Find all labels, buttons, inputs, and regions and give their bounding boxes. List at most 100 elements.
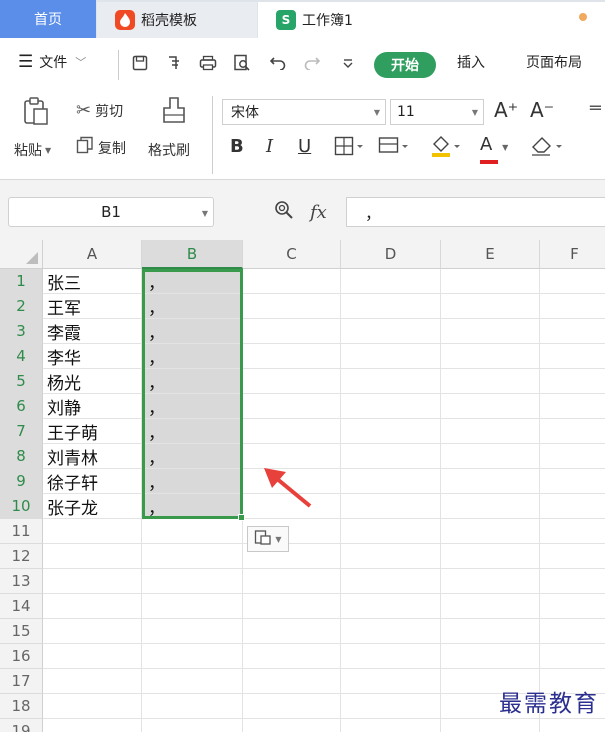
cell-c18[interactable] [243,694,341,719]
cell-b19[interactable] [142,719,243,732]
cell-b8[interactable]: ， [142,444,243,469]
cell-d12[interactable] [341,544,441,569]
column-header-e[interactable]: E [441,240,540,269]
cell-e8[interactable] [441,444,540,469]
cell-e6[interactable] [441,394,540,419]
cell-f2[interactable] [540,294,605,319]
row-header[interactable]: 4 [0,344,43,369]
cut-button[interactable]: ✂ 剪切 [76,100,123,121]
row-header[interactable]: 9 [0,469,43,494]
cell-f12[interactable] [540,544,605,569]
column-header-d[interactable]: D [341,240,441,269]
select-all-corner[interactable] [0,240,43,269]
row-header[interactable]: 12 [0,544,43,569]
cell-a7[interactable]: 王子萌 [43,419,142,444]
cell-a13[interactable] [43,569,142,594]
row-header[interactable]: 8 [0,444,43,469]
cell-d2[interactable] [341,294,441,319]
cell-c15[interactable] [243,619,341,644]
tab-start[interactable]: 开始 [374,52,436,78]
cell-c13[interactable] [243,569,341,594]
cell-e10[interactable] [441,494,540,519]
zoom-search-icon[interactable] [274,200,294,225]
cell-b11[interactable] [142,519,243,544]
cell-c4[interactable] [243,344,341,369]
cell-d4[interactable] [341,344,441,369]
row-header[interactable]: 1 [0,269,43,294]
cell-d10[interactable] [341,494,441,519]
row-header[interactable]: 16 [0,644,43,669]
cell-f11[interactable] [540,519,605,544]
cell-b10[interactable]: ， [142,494,243,519]
row-header[interactable]: 2 [0,294,43,319]
cell-a8[interactable]: 刘青林 [43,444,142,469]
name-box[interactable]: B1 ▼ [8,197,214,227]
cell-d1[interactable] [341,269,441,294]
row-header[interactable]: 19 [0,719,43,732]
row-header[interactable]: 15 [0,619,43,644]
border-button[interactable] [334,136,366,161]
cell-b6[interactable]: ， [142,394,243,419]
cell-f8[interactable] [540,444,605,469]
cell-format-button[interactable] [378,136,412,161]
cell-f16[interactable] [540,644,605,669]
cell-b1[interactable]: ， [142,269,243,294]
cell-b15[interactable] [142,619,243,644]
cell-f1[interactable] [540,269,605,294]
customize-toolbar-icon[interactable] [338,53,358,73]
cell-f10[interactable] [540,494,605,519]
cell-d16[interactable] [341,644,441,669]
cell-d15[interactable] [341,619,441,644]
cell-e12[interactable] [441,544,540,569]
cell-b18[interactable] [142,694,243,719]
cell-f7[interactable] [540,419,605,444]
cell-a17[interactable] [43,669,142,694]
cell-a6[interactable]: 刘静 [43,394,142,419]
cell-d8[interactable] [341,444,441,469]
increase-font-button[interactable]: A⁺ [494,98,518,122]
cell-a15[interactable] [43,619,142,644]
cell-f9[interactable] [540,469,605,494]
font-name-select[interactable]: 宋体 ▼ [222,99,386,125]
cell-e15[interactable] [441,619,540,644]
cell-f4[interactable] [540,344,605,369]
cell-a2[interactable]: 王军 [43,294,142,319]
cell-d3[interactable] [341,319,441,344]
cell-f19[interactable] [540,719,605,732]
cell-a12[interactable] [43,544,142,569]
cell-e9[interactable] [441,469,540,494]
cell-c2[interactable] [243,294,341,319]
cell-a10[interactable]: 张子龙 [43,494,142,519]
cell-e3[interactable] [441,319,540,344]
cell-c14[interactable] [243,594,341,619]
cell-f13[interactable] [540,569,605,594]
cell-a18[interactable] [43,694,142,719]
row-header[interactable]: 5 [0,369,43,394]
format-painter-button[interactable]: 格式刷 [148,140,190,160]
column-header-b[interactable]: B [142,240,243,269]
cell-c8[interactable] [243,444,341,469]
cell-e4[interactable] [441,344,540,369]
cell-d17[interactable] [341,669,441,694]
cell-c19[interactable] [243,719,341,732]
cell-e19[interactable] [441,719,540,732]
cell-d18[interactable] [341,694,441,719]
cell-c5[interactable] [243,369,341,394]
font-color-button[interactable]: A ▼ [480,134,508,164]
column-header-c[interactable]: C [243,240,341,269]
cell-d13[interactable] [341,569,441,594]
print-preview-icon[interactable] [232,53,252,73]
cell-d14[interactable] [341,594,441,619]
fill-color-button[interactable] [430,134,464,163]
row-header[interactable]: 7 [0,419,43,444]
cell-c7[interactable] [243,419,341,444]
italic-button[interactable]: I [266,136,273,157]
cell-f14[interactable] [540,594,605,619]
cell-e7[interactable] [441,419,540,444]
tab-insert[interactable]: 插入 [457,52,485,72]
cell-c1[interactable] [243,269,341,294]
tab-workbook[interactable]: S 工作簿1 [258,2,605,38]
cell-a16[interactable] [43,644,142,669]
underline-button[interactable]: U [298,136,311,157]
cell-b2[interactable]: ， [142,294,243,319]
